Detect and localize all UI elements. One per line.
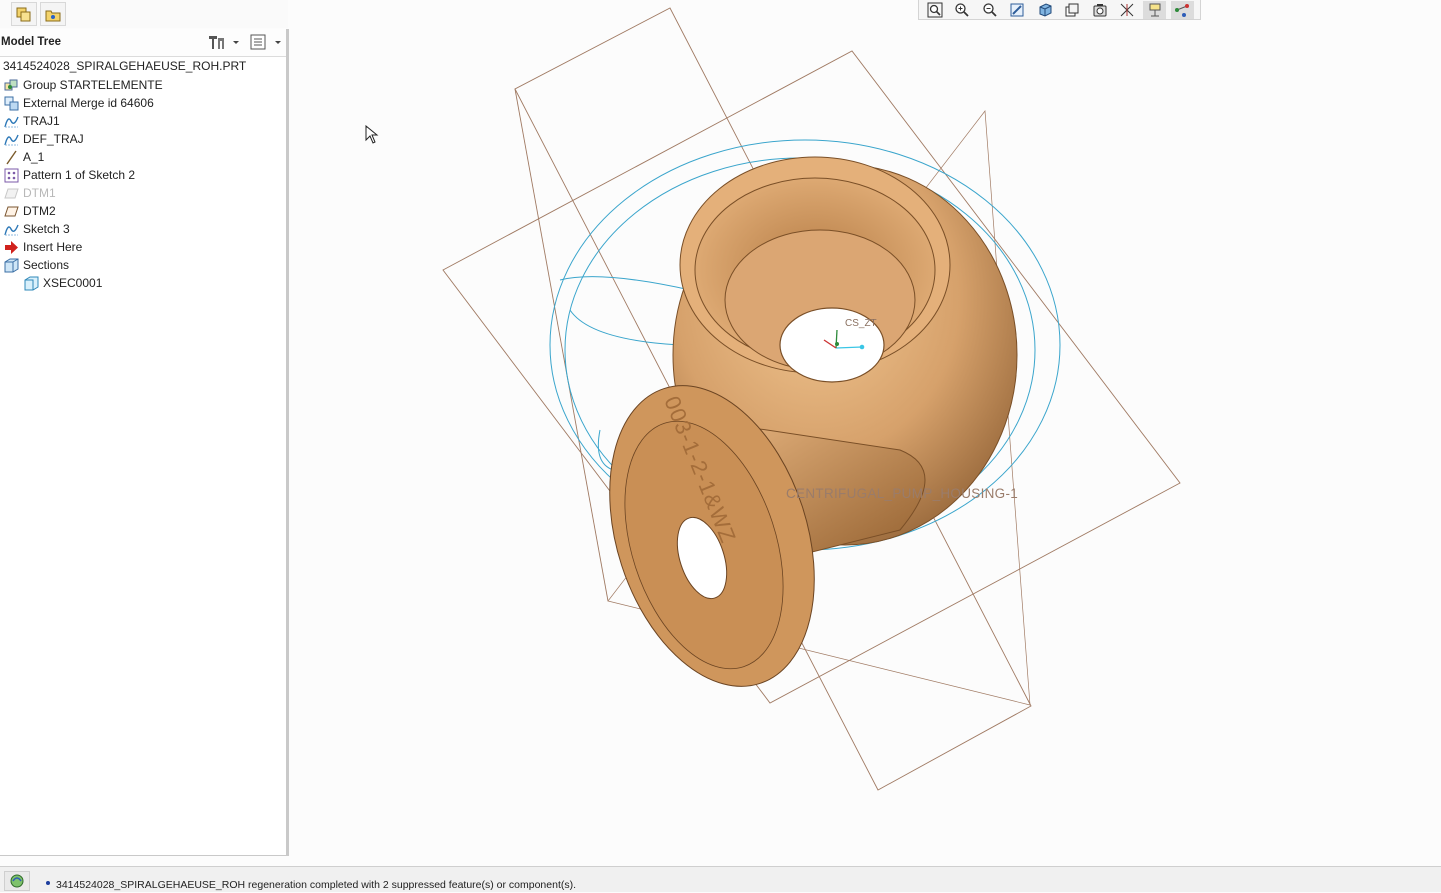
graphics-window[interactable]: 003-1-2-1&WZ CS_ZT CENTRIFUGAL_PUMP_HOUS… xyxy=(290,0,1441,866)
tree-item-xsec0001[interactable]: XSEC0001 xyxy=(24,274,102,292)
status-message: 3414524028_SPIRALGEHAEUSE_ROH regenerati… xyxy=(56,879,577,891)
sketch-icon xyxy=(4,224,19,235)
sketch-icon xyxy=(4,116,19,127)
tree-item-label: External Merge id 64606 xyxy=(23,96,154,110)
tree-item-label: Insert Here xyxy=(23,240,83,254)
pump-housing-model[interactable]: 003-1-2-1&WZ xyxy=(574,156,1018,713)
group-icon xyxy=(4,79,18,90)
tree-item-label: Group STARTELEMENTE xyxy=(23,78,163,92)
model-tree-panel: Model Tree 3414524028_SPIRALGEHAEUSE_ROH… xyxy=(0,29,289,856)
insert-arrow-icon xyxy=(5,240,18,254)
tree-item-dtm2[interactable]: DTM2 xyxy=(4,202,56,220)
tree-item-label: A_1 xyxy=(23,150,45,164)
sections-icon xyxy=(4,258,19,272)
tree-item-pattern-1[interactable]: Pattern 1 of Sketch 2 xyxy=(4,166,135,184)
tree-item-label: DTM2 xyxy=(23,204,56,218)
tree-item-label: DTM1 xyxy=(23,186,56,200)
tree-item-label: Sections xyxy=(23,258,70,272)
datum-plane-icon xyxy=(4,188,19,198)
model-name-label: CENTRIFUGAL_PUMP_HOUSING-1 xyxy=(786,486,1018,501)
tree-item-label: DEF_TRAJ xyxy=(23,132,84,146)
tree-root-part[interactable]: 3414524028_SPIRALGEHAEUSE_ROH.PRT xyxy=(3,59,246,73)
tree-columns-icon xyxy=(250,34,281,50)
merge-icon xyxy=(4,96,19,110)
regenerate-status-button[interactable] xyxy=(4,871,30,891)
tree-item-traj1[interactable]: TRAJ1 xyxy=(4,112,60,130)
pattern-icon xyxy=(4,168,19,182)
xsec-icon xyxy=(24,276,39,290)
copy-layers-button[interactable] xyxy=(11,2,37,26)
tree-columns-button[interactable] xyxy=(249,32,285,52)
tree-item-dtm1[interactable]: DTM1 xyxy=(4,184,56,202)
tree-item-sections[interactable]: Sections xyxy=(4,256,69,274)
regenerate-icon xyxy=(10,874,24,888)
mouse-cursor-icon xyxy=(365,125,379,144)
model-tree-header: Model Tree xyxy=(0,29,286,57)
open-folder-button[interactable] xyxy=(40,2,66,26)
tree-item-external-merge[interactable]: External Merge id 64606 xyxy=(4,94,154,112)
tree-settings-button[interactable] xyxy=(206,32,240,52)
tree-item-label: TRAJ1 xyxy=(23,114,60,128)
tree-item-insert-here[interactable]: Insert Here xyxy=(4,238,82,256)
tree-settings-icon xyxy=(209,36,239,49)
tree-item-sketch-3[interactable]: Sketch 3 xyxy=(4,220,70,238)
copy-layers-icon xyxy=(16,7,31,22)
datum-plane-icon xyxy=(4,206,19,216)
tree-item-label: Pattern 1 of Sketch 2 xyxy=(23,168,136,182)
tree-item-a-1[interactable]: A_1 xyxy=(4,148,44,166)
tree-item-label: XSEC0001 xyxy=(43,276,103,290)
model-tree-title: Model Tree xyxy=(1,36,62,48)
tree-item-group-startelemente[interactable]: Group STARTELEMENTE xyxy=(4,76,163,94)
quick-access-toolbar xyxy=(0,0,288,28)
tree-item-def-traj[interactable]: DEF_TRAJ xyxy=(4,130,84,148)
tree-item-label: Sketch 3 xyxy=(23,222,70,236)
message-bullet-icon xyxy=(46,881,50,885)
coordsys-label: CS_ZT xyxy=(845,318,877,329)
axis-icon xyxy=(6,150,17,164)
status-bar: 3414524028_SPIRALGEHAEUSE_ROH regenerati… xyxy=(0,866,1441,892)
sketch-icon xyxy=(4,134,19,145)
folder-star-icon xyxy=(45,10,61,22)
